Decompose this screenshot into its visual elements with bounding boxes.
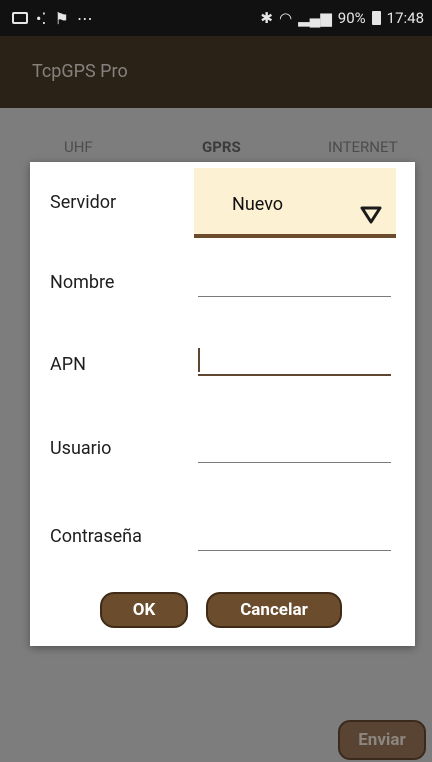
battery-icon (371, 11, 381, 25)
contrasena-field[interactable] (198, 516, 391, 552)
usuario-underline (198, 462, 391, 463)
contrasena-label: Contraseña (50, 526, 142, 547)
image-notification-icon (12, 12, 28, 24)
nombre-underline (198, 296, 391, 297)
gprs-config-dialog: Servidor Nuevo Nombre APN Usuario Contra… (30, 162, 415, 646)
servidor-selected-value: Nuevo (232, 194, 284, 215)
dropdown-triangle-icon (360, 206, 382, 224)
ok-button[interactable]: OK (100, 592, 188, 628)
app-title: TcpGPS Pro (32, 61, 128, 82)
apn-label: APN (50, 354, 86, 375)
status-left-icons: •⁚ ⚑ ⋯ (12, 9, 93, 28)
more-notifications-icon: ⋯ (76, 8, 93, 28)
cancel-button[interactable]: Cancelar (206, 592, 342, 628)
status-bar: •⁚ ⚑ ⋯ ✱ ◠ ▂▄▆ 90% 17:48 (0, 0, 432, 36)
usuario-label: Usuario (50, 438, 112, 459)
clock: 17:48 (386, 9, 424, 27)
nombre-label: Nombre (50, 272, 115, 293)
contrasena-underline (198, 550, 391, 551)
bluetooth-icon: ✱ (260, 9, 273, 27)
battery-percent: 90% (337, 9, 366, 27)
nombre-field[interactable] (198, 262, 391, 298)
text-cursor (198, 348, 200, 372)
usuario-field[interactable] (198, 428, 391, 464)
apn-underline (198, 374, 391, 376)
servidor-label: Servidor (50, 192, 117, 213)
servidor-select[interactable]: Nuevo (194, 168, 396, 238)
tab-uhf[interactable]: UHF (64, 138, 93, 156)
tab-gprs[interactable]: GPRS (202, 138, 241, 156)
send-button[interactable]: Enviar (338, 720, 426, 760)
tab-internet[interactable]: INTERNET (328, 138, 398, 156)
notification-dots-icon: •⁚ (36, 8, 47, 28)
status-right-icons: ✱ ◠ ▂▄▆ 90% 17:48 (260, 9, 424, 27)
app-bar: TcpGPS Pro (0, 36, 432, 108)
flag-icon: ⚑ (54, 8, 69, 28)
signal-icon: ▂▄▆ (298, 9, 332, 27)
wifi-icon: ◠ (278, 9, 293, 27)
